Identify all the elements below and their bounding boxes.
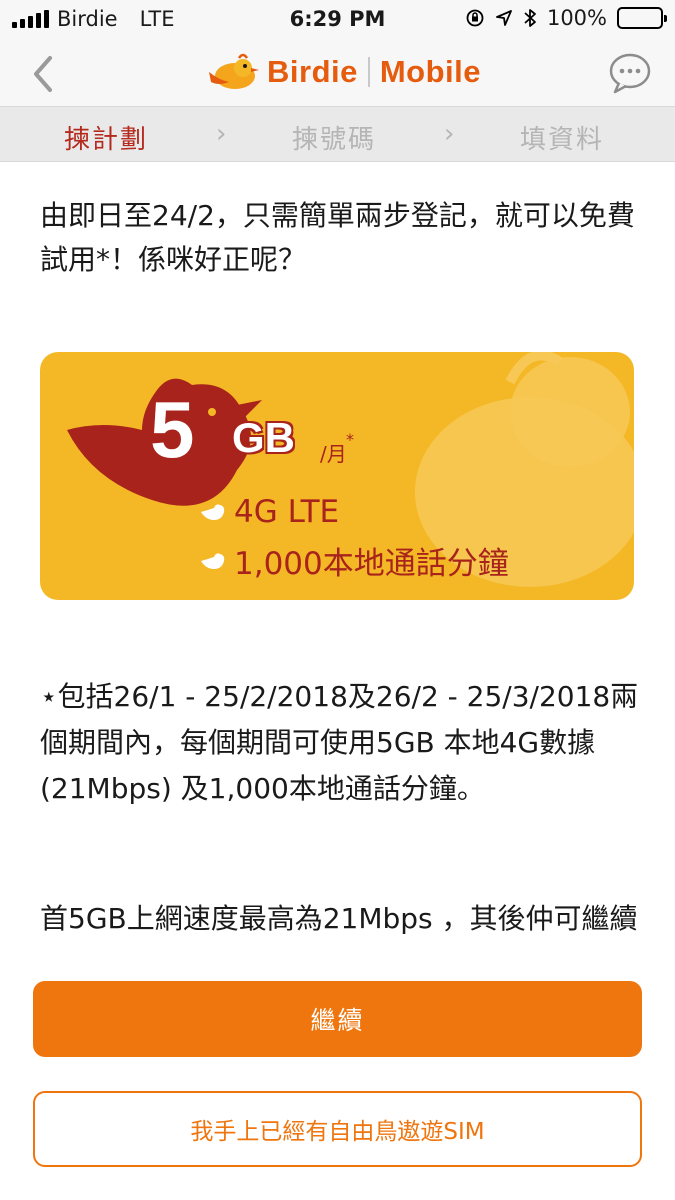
feature-label: 4G LTE [234, 494, 340, 530]
promo-banner: 5 GB /月 * 4G LTE 1,000本地通話分鐘 [40, 352, 634, 600]
battery-percent: 100% [546, 6, 607, 30]
birdie-logo-icon [209, 53, 259, 89]
step-choose-plan: 揀計劃 [64, 125, 149, 155]
step-fill-info: 填資料 [520, 125, 605, 155]
speed-note: 首5GB上網速度最高為21Mbps ，其後仲可繼續使用流動數據服務，唯上網速度將 [40, 902, 638, 950]
chat-bubble-icon[interactable] [607, 50, 653, 96]
data-unit: GB [231, 413, 296, 462]
feature-item: 1,000本地通話分鐘 [200, 538, 509, 583]
terms-footnote: ⋆包括26/1 - 25/2/2018及26/2 - 25/3/2018兩個期間… [40, 680, 639, 805]
asterisk-mark: * [346, 430, 354, 449]
battery-icon [617, 7, 667, 29]
chevron-left-icon[interactable] [24, 52, 64, 96]
feature-item: 4G LTE [200, 494, 339, 530]
location-icon [496, 10, 512, 26]
feature-label: 1,000本地通話分鐘 [234, 546, 509, 582]
orientation-lock-icon [466, 9, 484, 27]
data-period: /月 [320, 442, 347, 466]
logo-brand-text: Birdie [267, 54, 358, 89]
small-bird-icon [201, 504, 225, 520]
status-right: 100% [465, 6, 667, 30]
logo-product-text: Mobile [379, 54, 482, 89]
have-sim-button[interactable]: 我手上已經有自由鳥遨遊SIM [33, 1091, 642, 1167]
intro-text: 由即日至24/2，只需簡單兩步登記，就可以免費試用*！係咪好正呢？ [40, 199, 635, 276]
brand-logo: Birdie Mobile [205, 52, 481, 92]
step-choose-number: 揀號碼 [292, 125, 377, 155]
step-arrow-icon: › [444, 119, 455, 149]
bluetooth-icon [524, 9, 536, 27]
step-indicator: 揀計劃 › 揀號碼 › 填資料 [0, 106, 675, 162]
small-bird-icon [201, 552, 225, 569]
continue-button[interactable]: 繼續 [33, 981, 642, 1057]
plan-content[interactable]: 由即日至24/2，只需簡單兩步登記，就可以免費試用*！係咪好正呢？ 5 GB /… [0, 162, 675, 950]
step-arrow-icon: › [216, 119, 227, 149]
data-amount: 5 [150, 385, 195, 474]
logo-divider [367, 57, 370, 87]
app-header: Birdie Mobile [0, 40, 675, 106]
status-bar: Birdie LTE 6:29 PM 100% [0, 0, 675, 40]
